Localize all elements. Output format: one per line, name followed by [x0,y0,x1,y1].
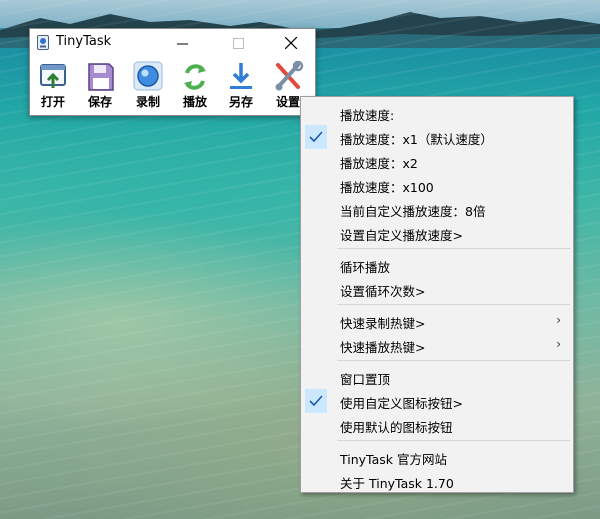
save-as-icon [230,63,252,89]
close-icon [285,37,297,49]
save-icon [88,63,114,91]
menu-item-record-hotkey[interactable]: 快速录制热键> › [303,309,571,333]
minimize-icon [176,43,188,44]
save-as-label: 另存 [228,95,253,109]
menu-separator [337,304,570,305]
menu-item-set-custom-speed[interactable]: 设置自定义播放速度> [303,221,571,245]
window-title: TinyTask [56,34,112,49]
close-button[interactable] [269,29,313,57]
maximize-icon [232,37,244,49]
save-as-button[interactable]: 另存 [219,61,263,113]
submenu-arrow-icon: › [556,313,561,327]
settings-context-menu: 播放速度: 播放速度：x1（默认速度） 播放速度：x2 播放速度：x100 当前… [300,96,574,493]
menu-item-set-loop-count[interactable]: 设置循环次数> [303,277,571,301]
submenu-arrow-icon: › [556,337,561,351]
open-icon [40,64,66,88]
play-icon [184,64,206,90]
record-button[interactable]: 录制 [126,61,170,113]
menu-separator [337,440,570,441]
menu-item-custom-speed-current[interactable]: 当前自定义播放速度：8倍 [303,197,571,221]
settings-icon [275,61,304,91]
menu-item-loop-playback[interactable]: 循环播放 [303,253,571,277]
menu-item-always-on-top[interactable]: 窗口置顶 [303,365,571,389]
menu-separator [337,360,570,361]
play-label: 播放 [182,95,207,109]
record-icon [133,61,163,91]
menu-item-custom-icon-buttons[interactable]: 使用自定义图标按钮> [303,389,571,413]
toolbar: 打开 保存 录制 播放 另存 设置 [30,59,315,115]
menu-item-speed-x1[interactable]: 播放速度：x1（默认速度） [303,125,571,149]
checkmark-icon [305,389,327,413]
menu-item-default-icon-buttons[interactable]: 使用默认的图标按钮 [303,413,571,437]
maximize-button[interactable] [216,29,260,57]
menu-item-official-website[interactable]: TinyTask 官方网站 [303,445,571,469]
save-label: 保存 [87,95,112,109]
record-label: 录制 [135,95,160,109]
menu-separator [337,248,570,249]
tinytask-window: TinyTask 打开 保存 录制 播放 另存 设置 [29,28,316,116]
play-button[interactable]: 播放 [173,61,217,113]
minimize-button[interactable] [160,29,204,57]
menu-item-playback-speed-header: 播放速度: [340,108,395,123]
menu-item-play-hotkey[interactable]: 快速播放热键> › [303,333,571,357]
save-button[interactable]: 保存 [78,61,122,113]
title-bar[interactable]: TinyTask [30,29,315,57]
open-button[interactable]: 打开 [31,61,75,113]
tinytask-app-icon [37,35,49,50]
menu-item-about[interactable]: 关于 TinyTask 1.70 [303,469,571,493]
menu-item-speed-x100[interactable]: 播放速度：x100 [303,173,571,197]
menu-item-speed-x2[interactable]: 播放速度：x2 [303,149,571,173]
checkmark-icon [305,125,327,149]
open-label: 打开 [40,95,65,109]
